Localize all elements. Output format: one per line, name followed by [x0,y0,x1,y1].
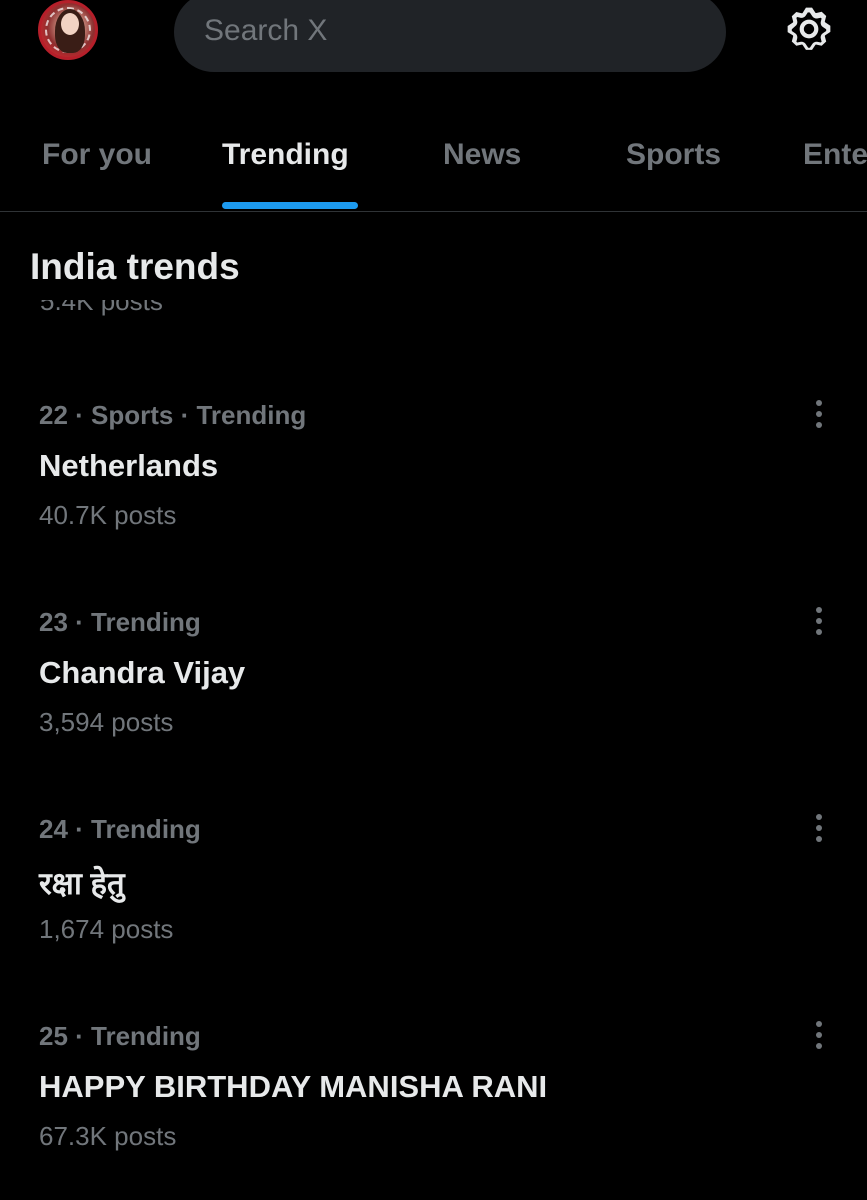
more-dot [816,836,822,842]
more-dot [816,1021,822,1027]
tab-news[interactable]: News [443,138,521,172]
search-input[interactable]: Search X [174,0,726,72]
avatar-face [61,13,79,35]
more-dot [816,629,822,635]
explore-tabs: For you Trending News Sports Ente [0,120,867,212]
trend-name: Netherlands [39,448,219,483]
trend-item[interactable]: 25 · Trending HAPPY BIRTHDAY MANISHA RAN… [0,1021,867,1181]
more-vertical-icon[interactable] [806,603,832,643]
trend-item[interactable]: 23 · Trending Chandra Vijay 3,594 posts [0,607,867,767]
trend-posts: 67.3K posts [39,1121,177,1151]
tab-for-you[interactable]: For you [42,138,152,172]
section-title: India trends [30,246,240,287]
more-dot [816,825,822,831]
explore-page: Search X For you Trending News Sports En… [0,0,867,1200]
trend-posts: 3,594 posts [39,707,174,737]
more-vertical-icon[interactable] [806,396,832,436]
gear-icon[interactable] [784,4,834,54]
more-dot [816,411,822,417]
trend-meta: 24 · Trending [39,814,201,844]
more-dot [816,422,822,428]
active-tab-indicator [222,202,358,209]
trend-posts: 1,674 posts [39,914,174,944]
trend-meta: 25 · Trending [39,1021,201,1051]
more-vertical-icon[interactable] [806,1017,832,1057]
trend-item[interactable]: 22 · Sports · Trending Netherlands 40.7K… [0,400,867,560]
more-vertical-icon[interactable] [806,810,832,850]
tab-trending[interactable]: Trending [222,138,349,172]
top-bar: Search X [0,0,867,72]
more-dot [816,814,822,820]
more-dot [816,618,822,624]
trend-name: HAPPY BIRTHDAY MANISHA RANI [39,1069,548,1104]
clipped-posts-text: 5.4K posts [40,300,163,316]
search-placeholder: Search X [204,14,328,47]
trend-item[interactable]: 24 · Trending रक्षा हेतु 1,674 posts [0,814,867,974]
trend-meta: 22 · Sports · Trending [39,400,307,430]
tab-entertainment[interactable]: Ente [803,138,867,172]
clipped-previous-trend: 5.4K posts [40,300,200,320]
tab-sports[interactable]: Sports [626,138,721,172]
profile-avatar[interactable] [38,0,98,60]
more-dot [816,400,822,406]
more-dot [816,1043,822,1049]
trend-meta: 23 · Trending [39,607,201,637]
trend-name: रक्षा हेतु [39,866,125,901]
trend-posts: 40.7K posts [39,500,177,530]
trend-name: Chandra Vijay [39,655,246,690]
more-dot [816,1032,822,1038]
more-dot [816,607,822,613]
